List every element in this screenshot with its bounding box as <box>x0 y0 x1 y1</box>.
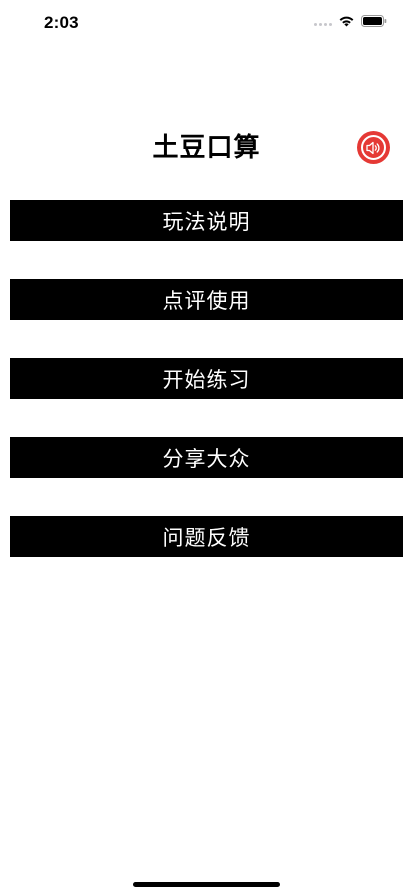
page-title: 土豆口算 <box>152 133 261 163</box>
start-practice-button[interactable]: 开始练习 <box>10 358 403 399</box>
status-time: 2:03 <box>44 13 79 32</box>
battery-icon <box>361 15 387 27</box>
feedback-button[interactable]: 问题反馈 <box>10 516 403 557</box>
status-bar: 2:03 <box>0 0 413 48</box>
main-menu: 玩法说明 点评使用 开始练习 分享大众 问题反馈 <box>10 200 403 595</box>
status-indicators <box>314 15 387 27</box>
speaker-icon <box>361 135 386 160</box>
app-screen: 2:03 土豆口算 玩法说明 点评使用 开始练习 分享大众 问题反馈 <box>0 0 413 895</box>
cellular-signal-icon <box>314 16 332 26</box>
instructions-button[interactable]: 玩法说明 <box>10 200 403 241</box>
share-button[interactable]: 分享大众 <box>10 437 403 478</box>
home-indicator[interactable] <box>133 882 280 887</box>
sound-toggle-button[interactable] <box>357 131 390 164</box>
review-button[interactable]: 点评使用 <box>10 279 403 320</box>
wifi-icon <box>338 15 355 27</box>
